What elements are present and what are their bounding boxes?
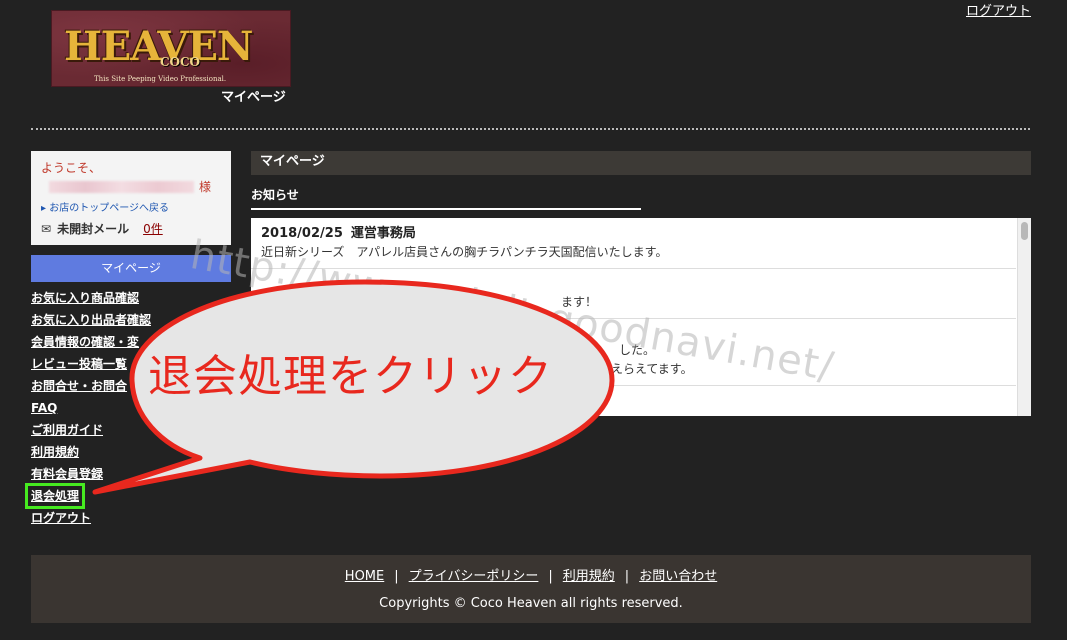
back-to-store-link[interactable]: ▸ お店のトップページへ戻る [41,199,221,214]
main-title: マイページ [251,151,1031,175]
sidebar-item: 退会処理 [24,483,151,509]
sidebar-item-logout[interactable]: ログアウト [31,511,91,525]
footer-link-contact[interactable]: お問い合わせ [639,569,717,584]
sidebar-item-guide[interactable]: ご利用ガイド [31,423,103,437]
sidebar-item: ログアウト [31,509,151,531]
news-title: お知らせ [251,186,641,210]
callout-text: 退会処理をクリック [148,351,553,402]
news-scrollbar-thumb[interactable] [1021,222,1028,240]
sidebar-item: レビュー投稿一覧 [31,355,151,377]
footer-separator: | [624,569,630,584]
sidebar-item-faq[interactable]: FAQ [31,401,57,415]
sidebar-item-member-info[interactable]: 会員情報の確認・変 [31,335,139,349]
sidebar-item: 利用規約 [31,443,151,465]
page-heading: マイページ [221,90,286,105]
footer-links: HOME | プライバシーポリシー | 利用規約 | お問い合わせ [31,565,1031,584]
unread-mail-count[interactable]: 0件 [143,220,163,237]
sidebar-item: お気に入り出品者確認 [31,311,151,333]
sidebar-item-favorite-sellers[interactable]: お気に入り出品者確認 [31,313,151,327]
sidebar-item-terms[interactable]: 利用規約 [31,445,79,459]
sidebar-item: 有料会員登録 [31,465,151,487]
sidebar-item-paid-registration[interactable]: 有料会員登録 [31,467,103,481]
sidebar-item: お問合せ・お問合 [31,377,151,399]
footer-separator: | [394,569,399,584]
footer-link-terms[interactable]: 利用規約 [563,569,615,584]
logo-tagline: This Site Peeping Video Professional. [94,75,227,83]
footer-separator: | [548,569,553,584]
logout-link-top[interactable]: ログアウト [966,0,1031,19]
sidebar-item: FAQ [31,399,151,421]
news-sender: 運営事務局 [350,226,416,241]
news-scrollbar[interactable] [1017,218,1031,416]
logo-main-text: HEAVEN [64,23,253,70]
header-divider [31,128,1030,130]
footer: HOME | プライバシーポリシー | 利用規約 | お問い合わせ Copyrights ©… [31,555,1031,623]
sidebar-item-favorite-products[interactable]: お気に入り商品確認 [31,291,139,305]
logo-sub-text: COCO [160,55,201,69]
footer-link-privacy[interactable]: プライバシーポリシー [409,569,539,584]
news-body: 近日新シリーズ アパレル店員さんの胸チラパンチラ天国配信いたします。 [261,245,668,259]
welcome-box: ようこそ、 様 ▸ お店のトップページへ戻る ✉ 未開封メール 0件 [31,151,231,245]
footer-link-home[interactable]: HOME [345,569,384,584]
sidebar-menu: お気に入り商品確認 お気に入り出品者確認 会員情報の確認・変 レビュー投稿一覧 … [24,289,151,531]
honorific: 様 [199,180,212,194]
site-logo[interactable]: HEAVEN COCO This Site Peeping Video Prof… [51,10,291,87]
sidebar-item-withdraw[interactable]: 退会処理 [24,483,86,509]
copyright: Copyrights © Coco Heaven all rights rese… [379,596,683,611]
username-blurred [49,180,194,193]
welcome-greeting: ようこそ、 [41,161,102,175]
sidebar-item: お気に入り商品確認 [31,289,151,311]
sidebar-item: ご利用ガイド [31,421,151,443]
back-to-store-text[interactable]: お店のトップページへ戻る [49,203,169,214]
unread-mail-label: 未開封メール [57,222,130,236]
mail-icon: ✉ [41,221,52,236]
sidebar-item: 会員情報の確認・変 [31,333,151,355]
sidebar-item-reviews[interactable]: レビュー投稿一覧 [31,357,127,371]
news-date: 2018/02/25 [261,226,343,241]
sidebar-item-inquiries[interactable]: お問合せ・お問合 [31,379,127,393]
